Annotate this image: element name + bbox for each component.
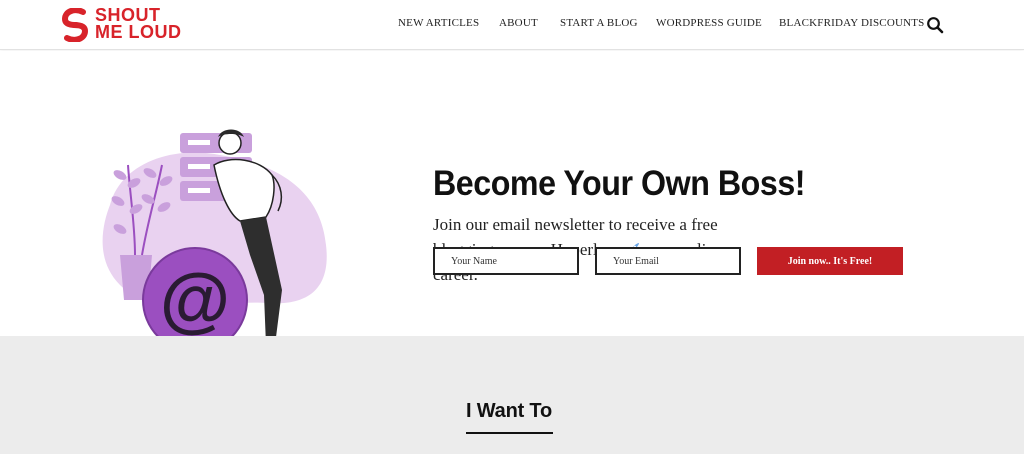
logo-text: SHOUT ME LOUD — [95, 6, 182, 42]
logo-mark-icon — [61, 8, 89, 42]
section-title-underline — [466, 432, 553, 434]
search-icon[interactable] — [926, 16, 944, 34]
nav-about[interactable]: ABOUT — [499, 17, 538, 29]
hero-title: Become Your Own Boss! — [433, 164, 806, 203]
email-newsletter-illustration-icon: @ — [102, 129, 327, 355]
nav-wordpress-guide[interactable]: WORDPRESS GUIDE — [656, 17, 762, 29]
nav-new-articles[interactable]: NEW ARTICLES — [398, 17, 479, 29]
email-input[interactable] — [595, 247, 741, 275]
join-now-button[interactable]: Join now.. It's Free! — [757, 247, 903, 275]
logo-line-2: ME LOUD — [95, 22, 182, 42]
site-header: SHOUT ME LOUD NEW ARTICLES ABOUT START A… — [0, 0, 1024, 50]
newsletter-hero: @ Become Your Own Boss! Join our email n… — [0, 51, 1024, 355]
nav-start-a-blog[interactable]: START A BLOG — [560, 17, 638, 29]
svg-text:@: @ — [160, 260, 230, 340]
i-want-to-section: I Want To — [0, 336, 1024, 454]
site-logo[interactable]: SHOUT ME LOUD — [61, 6, 201, 44]
nav-blackfriday-discounts[interactable]: BLACKFRIDAY DISCOUNTS — [779, 17, 925, 29]
section-title: I Want To — [466, 400, 552, 422]
name-input[interactable] — [433, 247, 579, 275]
